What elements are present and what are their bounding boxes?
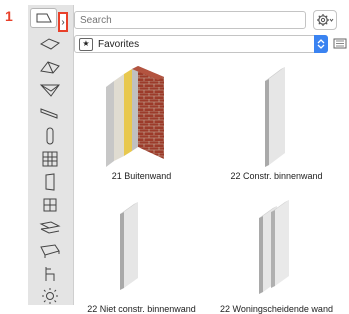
favorites-selected-label: Favorites xyxy=(98,38,140,50)
stair-tool-button[interactable] xyxy=(31,217,69,239)
single-wall-thumbnail xyxy=(265,67,285,167)
door-tool-button[interactable] xyxy=(31,171,69,193)
door-tool-icon xyxy=(45,173,55,191)
slab-tool-button[interactable] xyxy=(31,33,69,55)
expand-toolbox-button[interactable]: › xyxy=(58,12,68,32)
folder-icon xyxy=(333,38,346,49)
favorite-item-label: 22 Constr. binnenwand xyxy=(230,171,323,181)
favorites-folder-button[interactable] xyxy=(332,36,347,50)
double-wall-thumbnail xyxy=(259,200,289,294)
dropdown-arrows-icon xyxy=(314,35,328,53)
single-wall-thumbnail xyxy=(120,202,138,290)
wall-tool-icon xyxy=(36,13,52,23)
shell-tool-icon xyxy=(39,84,60,97)
column-tool-icon xyxy=(46,127,54,145)
window-tool-icon xyxy=(43,198,57,212)
favorite-item-label: 21 Buitenwand xyxy=(111,171,172,181)
roof-tool-button[interactable] xyxy=(31,56,69,78)
beam-tool-button[interactable] xyxy=(31,102,69,124)
shell-tool-button[interactable] xyxy=(31,79,69,101)
roof-tool-icon xyxy=(40,61,60,74)
wall-tool-button[interactable] xyxy=(30,8,57,28)
object-tool-icon xyxy=(45,267,55,281)
favorites-dropdown[interactable]: ★ Favorites xyxy=(74,35,328,53)
beam-tool-icon xyxy=(40,108,58,119)
lamp-tool-icon xyxy=(42,288,58,304)
gear-icon xyxy=(317,14,334,26)
railing-tool-button[interactable] xyxy=(31,240,69,262)
curtain-wall-tool-button[interactable] xyxy=(31,148,69,170)
railing-tool-icon xyxy=(40,244,60,258)
callout-number: 1 xyxy=(5,8,13,24)
favorites-star-icon: ★ xyxy=(79,37,93,51)
lamp-tool-button[interactable] xyxy=(31,285,69,307)
object-tool-button[interactable] xyxy=(31,263,69,285)
brick-wall-thumbnail xyxy=(106,66,164,167)
search-input[interactable] xyxy=(74,11,306,29)
settings-gear-button[interactable] xyxy=(313,10,337,30)
curtain-wall-tool-icon xyxy=(42,151,58,167)
toolbox: › xyxy=(28,5,74,305)
column-tool-button[interactable] xyxy=(31,125,69,147)
slab-tool-icon xyxy=(39,38,61,50)
stair-tool-icon xyxy=(39,221,61,234)
window-tool-button[interactable] xyxy=(31,194,69,216)
settings-panel: ★ Favorites 21 Buitenwand xyxy=(74,5,349,314)
